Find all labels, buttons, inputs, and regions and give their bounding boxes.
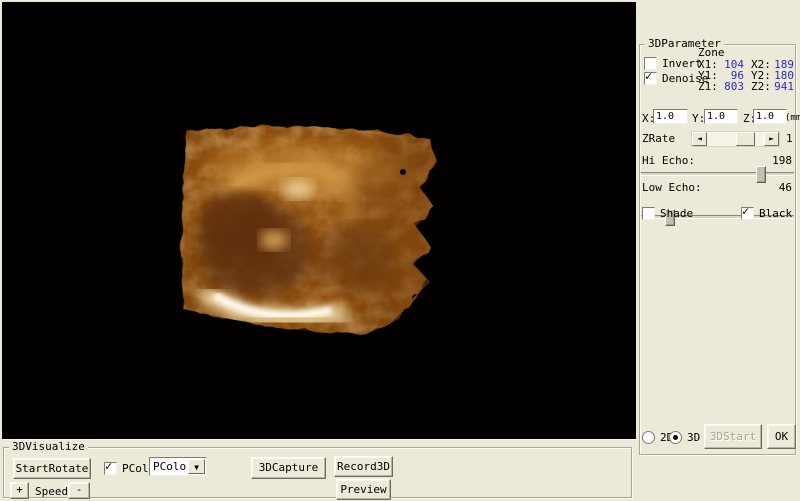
- mode-3d-label: 3D: [687, 431, 700, 444]
- pcolor-select-value: PColor: [153, 460, 193, 473]
- record-3d-button[interactable]: Record3D: [334, 456, 393, 477]
- scale-row: X: Y: Z: (mm/p): [640, 109, 800, 127]
- parameter-groupbox: 3DParameter Invert Denoise Zone X1:104X2…: [639, 44, 796, 455]
- scroll-right-icon[interactable]: ►: [764, 132, 779, 146]
- visualize-panel: 3DVisualize StartRotate + Speed - PColor…: [0, 439, 637, 501]
- black-checkbox[interactable]: [741, 207, 754, 220]
- start-3d-button[interactable]: 3DStart: [704, 424, 762, 449]
- invert-label: Invert: [662, 57, 702, 70]
- mode-3d-radio-row: 3D: [669, 431, 700, 445]
- black-label: Black: [759, 207, 792, 220]
- visualize-groupbox: 3DVisualize StartRotate + Speed - PColor…: [3, 447, 632, 498]
- shade-checkbox[interactable]: [642, 207, 655, 220]
- scale-y-input[interactable]: [704, 109, 738, 124]
- ok-button[interactable]: OK: [767, 424, 796, 449]
- zone-z1-value: 803: [719, 80, 744, 93]
- zrate-scrollbar[interactable]: ◄ ►: [691, 131, 780, 147]
- zrate-label: ZRate: [642, 132, 675, 145]
- preview-button[interactable]: Preview: [336, 479, 391, 500]
- invert-checkbox-row: Invert: [644, 57, 702, 71]
- black-checkbox-row: Black: [741, 207, 792, 221]
- zrate-scrollbar-thumb[interactable]: [736, 132, 755, 146]
- shade-checkbox-row: Shade: [642, 207, 693, 221]
- scroll-left-icon[interactable]: ◄: [692, 132, 707, 146]
- hi-echo-slider-track: [641, 172, 794, 176]
- pcolor-select[interactable]: PColor ▼: [149, 457, 207, 476]
- mode-3d-radio[interactable]: [669, 431, 682, 444]
- render-viewport[interactable]: [2, 2, 636, 439]
- visualize-groupbox-title: 3DVisualize: [9, 440, 88, 453]
- app-window: { "colors": { "zone_value": "#2b2bb8", "…: [0, 0, 800, 500]
- dropdown-arrow-icon[interactable]: ▼: [188, 459, 205, 474]
- start-rotate-button[interactable]: StartRotate: [13, 458, 91, 479]
- low-echo-value: 46: [779, 181, 792, 194]
- scale-x-input[interactable]: [653, 109, 688, 124]
- hi-echo-slider[interactable]: [641, 166, 794, 182]
- capture-3d-button[interactable]: 3DCapture: [251, 457, 326, 479]
- zone-z2-value: 941: [772, 80, 794, 93]
- hi-echo-slider-thumb[interactable]: [756, 166, 766, 183]
- zrate-row: ZRate ◄ ► 1: [640, 131, 800, 147]
- speed-plus-button[interactable]: +: [10, 482, 29, 499]
- mode-2d-radio[interactable]: [642, 431, 655, 444]
- zrate-value: 1: [786, 132, 793, 145]
- zone-z1-label: Z1:: [698, 80, 719, 93]
- speed-label: Speed: [35, 485, 68, 498]
- scale-unit-label: (mm/p): [785, 113, 800, 123]
- low-echo-label: Low Echo:: [642, 181, 702, 194]
- shade-label: Shade: [660, 207, 693, 220]
- parameter-panel: 3DParameter Invert Denoise Zone X1:104X2…: [637, 0, 800, 500]
- zone-z2-label: Z2:: [751, 80, 772, 93]
- pcolor-checkbox[interactable]: [104, 462, 117, 475]
- speed-minus-button[interactable]: -: [68, 482, 90, 499]
- denoise-checkbox[interactable]: [644, 72, 657, 85]
- zone-row-z: Z1:803 Z2:941: [698, 80, 794, 93]
- ultrasound-volume-image: [2, 2, 636, 439]
- scale-z-input[interactable]: [753, 109, 787, 124]
